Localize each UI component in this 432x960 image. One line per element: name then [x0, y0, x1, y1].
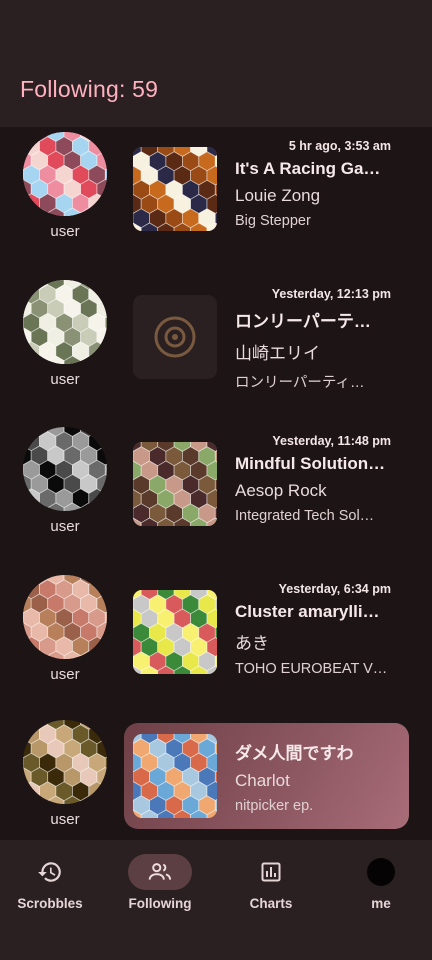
nav-label: Following	[128, 896, 192, 911]
user-avatar-block[interactable]: user	[22, 427, 108, 535]
scrobble-time: 5 hr ago, 3:53 am	[288, 139, 391, 153]
list-item[interactable]: user Yesterday, 11:48 pm Mindful Solutio…	[0, 424, 432, 564]
track-title: Mindful Solution…	[235, 454, 386, 473]
track-title: ダメ人間ですわ	[235, 744, 354, 763]
list-item-now-playing[interactable]: user ダメ人間ですわ Charlot nitpicker ep.	[0, 717, 432, 840]
avatar[interactable]	[23, 280, 107, 364]
hex-mosaic-image	[133, 590, 217, 674]
nav-pill-active	[128, 854, 192, 890]
artist-name: Aesop Rock	[235, 481, 327, 500]
scrobble-info: 5 hr ago, 3:53 am It's A Racing Ga… Loui…	[235, 139, 391, 229]
username: user	[50, 371, 80, 388]
now-playing-card[interactable]: ダメ人間ですわ Charlot nitpicker ep.	[124, 723, 409, 829]
scrobble-time: Yesterday, 6:34 pm	[278, 582, 391, 596]
nav-pill	[18, 854, 82, 890]
history-icon	[38, 862, 61, 882]
nav-charts[interactable]: Charts	[217, 854, 325, 911]
track-title: Cluster amarylli…	[235, 602, 380, 621]
album-name: Big Stepper	[235, 213, 311, 229]
hex-mosaic-image	[133, 442, 217, 526]
username: user	[50, 223, 80, 240]
artist-name: Louie Zong	[235, 186, 321, 205]
bottom-navigation-bar: Scrobbles Following Charts me	[0, 840, 432, 960]
avatar[interactable]	[23, 720, 107, 804]
scrobble-time: Yesterday, 11:48 pm	[272, 434, 391, 448]
scrobble-info: Yesterday, 6:34 pm Cluster amarylli… あき …	[235, 582, 391, 677]
top-app-bar: Following: 59	[0, 0, 432, 127]
profile-avatar-icon	[367, 858, 395, 886]
username: user	[50, 811, 80, 828]
album-name: ロンリーパーティ…	[235, 375, 365, 391]
album-art[interactable]	[133, 442, 217, 526]
avatar[interactable]	[23, 427, 107, 511]
list-item[interactable]: user Yesterday, 6:34 pm Cluster amarylli…	[0, 572, 432, 712]
nav-scrobbles[interactable]: Scrobbles	[0, 854, 104, 911]
album-name: Integrated Tech Sol…	[235, 508, 375, 524]
hex-mosaic-image	[23, 720, 107, 804]
album-art[interactable]	[133, 590, 217, 674]
track-title: It's A Racing Ga…	[235, 159, 381, 178]
page-title: Following: 59	[20, 76, 159, 102]
album-art-placeholder[interactable]	[133, 295, 217, 379]
hex-mosaic-image	[133, 147, 217, 231]
user-avatar-block[interactable]: user	[22, 720, 108, 828]
nav-following[interactable]: Following	[106, 854, 214, 911]
username: user	[50, 666, 80, 683]
nav-pill	[239, 854, 303, 890]
list-item[interactable]: user 5 hr ago, 3:53 am It's A Racing Ga……	[0, 129, 432, 269]
hex-mosaic-image	[23, 427, 107, 511]
artist-name: あき	[235, 634, 269, 653]
album-name: nitpicker ep.	[235, 798, 314, 814]
nav-pill	[349, 854, 413, 890]
vinyl-record-icon	[154, 316, 196, 358]
hex-mosaic-image	[23, 132, 107, 216]
avatar[interactable]	[23, 132, 107, 216]
scrobble-info: Yesterday, 11:48 pm Mindful Solution… Ae…	[235, 434, 391, 524]
scrobble-time: Yesterday, 12:13 pm	[271, 287, 391, 301]
artist-name: Charlot	[235, 771, 290, 790]
user-avatar-block[interactable]: user	[22, 280, 108, 388]
nav-label: Charts	[249, 896, 293, 911]
artist-name: 山崎エリイ	[235, 344, 320, 363]
nav-label: Scrobbles	[17, 896, 83, 911]
nav-me[interactable]: me	[327, 854, 432, 911]
album-name: TOHO EUROBEAT V…	[235, 661, 388, 677]
user-avatar-block[interactable]: user	[22, 132, 108, 240]
scrobble-info: Yesterday, 12:13 pm ロンリーパーテ… 山崎エリイ ロンリーパ…	[235, 287, 391, 392]
people-icon	[148, 863, 172, 880]
following-feed-list[interactable]: user 5 hr ago, 3:53 am It's A Racing Ga……	[0, 127, 432, 840]
hex-mosaic-image	[23, 280, 107, 364]
track-title: ロンリーパーテ…	[235, 312, 371, 331]
avatar[interactable]	[23, 575, 107, 659]
nav-label: me	[371, 896, 391, 911]
hex-mosaic-image	[23, 575, 107, 659]
hex-mosaic-image	[133, 734, 217, 818]
bar-chart-icon	[261, 862, 281, 882]
scrobble-info: ダメ人間ですわ Charlot nitpicker ep.	[235, 739, 399, 814]
list-item[interactable]: user Yesterday, 12:13 pm ロンリーパーテ… 山崎エリイ …	[0, 277, 432, 417]
user-avatar-block[interactable]: user	[22, 575, 108, 683]
album-art[interactable]	[133, 734, 217, 818]
username: user	[50, 518, 80, 535]
album-art[interactable]	[133, 147, 217, 231]
